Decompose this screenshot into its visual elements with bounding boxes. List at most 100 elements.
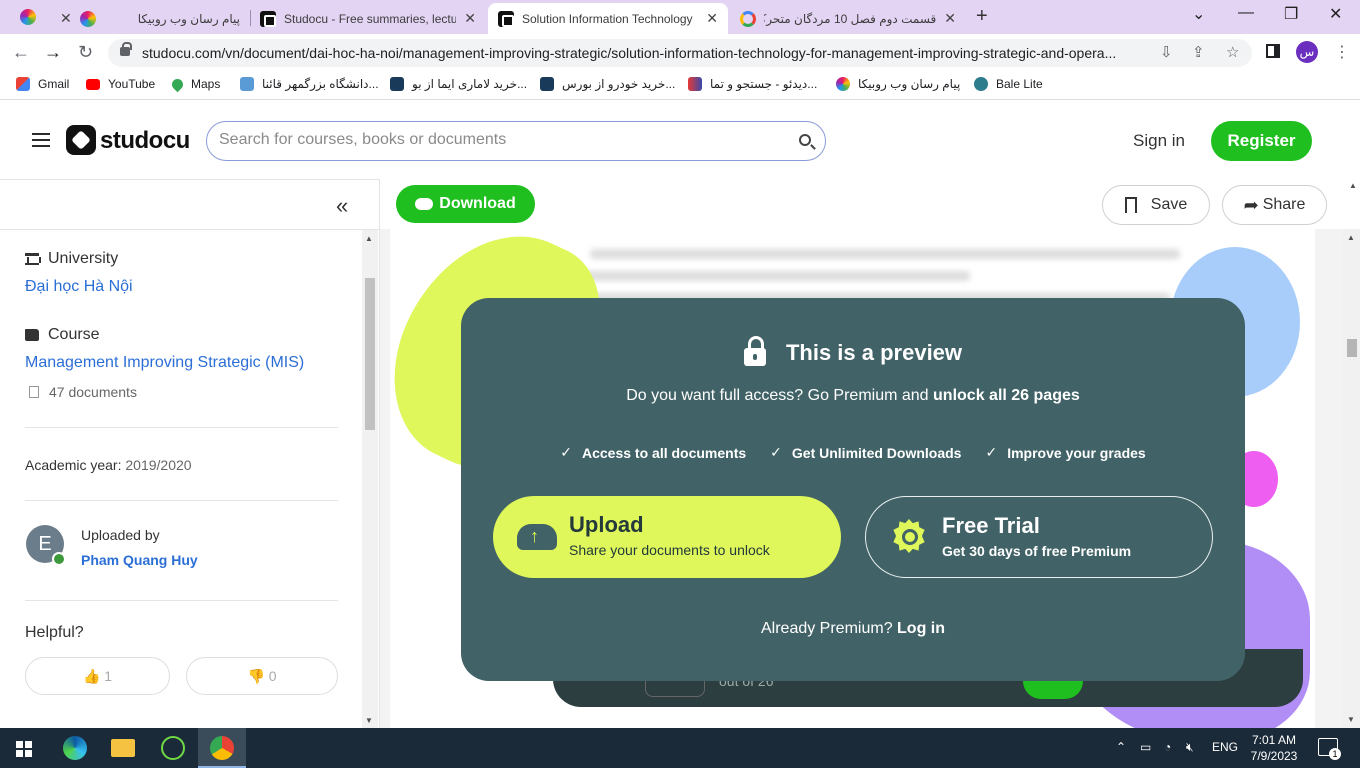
- hamburger-menu-icon[interactable]: [32, 133, 50, 147]
- document-info-sidebar: « University Đại học Hà Nội Course Manag…: [0, 179, 380, 728]
- url-omnibox[interactable]: studocu.com/vn/document/dai-hoc-ha-noi/m…: [108, 39, 1252, 67]
- document-scrollbar[interactable]: ▲ ▼: [1343, 229, 1360, 728]
- profile-avatar[interactable]: س: [1296, 41, 1318, 63]
- bookmark-lamari[interactable]: خرید لاماری ایما از بو...: [390, 77, 527, 91]
- install-app-icon[interactable]: ⇩: [1160, 43, 1173, 61]
- academic-year-label: Academic year:: [25, 457, 122, 473]
- modal-footer: Already Premium? Log in: [461, 620, 1245, 638]
- battery-icon[interactable]: ▭: [1140, 740, 1151, 754]
- bookmark-rubika[interactable]: پیام رسان وب روبیکا: [836, 77, 960, 91]
- divider: [25, 500, 338, 501]
- volume-muted-icon[interactable]: 🔇︎: [1186, 740, 1194, 755]
- studocu-logo-text[interactable]: studocu: [100, 127, 190, 155]
- upwork-icon[interactable]: [161, 736, 185, 760]
- scroll-down-arrow-icon[interactable]: ▼: [365, 716, 373, 725]
- more-menu-icon[interactable]: ⋮: [1334, 42, 1350, 62]
- car-brand-icon: [540, 77, 554, 91]
- lock-icon[interactable]: [120, 42, 132, 56]
- restore-icon[interactable]: ❐: [1284, 4, 1298, 24]
- close-tab-icon[interactable]: ✕: [944, 10, 956, 27]
- system-clock[interactable]: 7:01 AM 7/9/2023: [1244, 732, 1304, 764]
- chrome-icon[interactable]: [210, 736, 234, 760]
- bookmark-university[interactable]: دانشگاه بزرگمهر قائنا...: [240, 77, 379, 91]
- side-panel-icon[interactable]: [1266, 44, 1280, 58]
- tab-studocu-home[interactable]: Studocu - Free summaries, lectur ✕: [250, 3, 486, 34]
- browser-tab-bar: ✕ پیام رسان وب روبیکا Studocu - Free sum…: [0, 0, 1360, 34]
- close-tab-icon[interactable]: ✕: [706, 10, 718, 27]
- register-button[interactable]: Register: [1211, 121, 1312, 161]
- bookmark-maps[interactable]: Maps: [169, 76, 220, 92]
- back-arrow-icon[interactable]: ←: [12, 42, 30, 63]
- tab-search-chevron-icon[interactable]: ⌄: [1192, 4, 1205, 24]
- search-icon[interactable]: [799, 134, 811, 146]
- windows-start-icon[interactable]: [16, 741, 32, 757]
- edge-icon[interactable]: [63, 736, 87, 760]
- search-input[interactable]: [219, 131, 779, 149]
- helpful-label: Helpful?: [25, 624, 84, 641]
- thumbs-down-button[interactable]: 👎 0: [186, 657, 338, 695]
- scroll-up-arrow-icon[interactable]: ▲: [365, 234, 373, 243]
- scroll-down-arrow-icon[interactable]: ▼: [1347, 715, 1355, 724]
- wifi-icon[interactable]: ◔: [1164, 740, 1171, 754]
- bookmark-icon: [1124, 197, 1137, 213]
- reload-icon[interactable]: ↻: [78, 42, 93, 63]
- cloud-download-icon: [415, 198, 434, 210]
- bookmark-label: دانشگاه بزرگمهر قائنا...: [262, 77, 379, 91]
- tab-rubika[interactable]: ✕ پیام رسان وب روبیکا: [50, 3, 250, 34]
- bookmark-youtube[interactable]: YouTube: [86, 77, 155, 91]
- close-tab-icon[interactable]: ✕: [464, 10, 476, 27]
- log-in-link[interactable]: Log in: [897, 620, 945, 637]
- bookmark-label: خرید لاماری ایما از بو...: [412, 77, 528, 91]
- bookmark-bale[interactable]: Bale Lite: [974, 77, 1043, 91]
- thumbs-down-count: 0: [268, 668, 277, 684]
- forward-arrow-icon[interactable]: →: [44, 42, 62, 63]
- trial-title: Free Trial: [942, 513, 1040, 538]
- share-page-icon[interactable]: ⇪: [1192, 43, 1205, 61]
- course-link[interactable]: Management Improving Strategic (MIS): [25, 354, 304, 372]
- collapse-sidebar-icon[interactable]: «: [336, 193, 348, 219]
- url-text[interactable]: studocu.com/vn/document/dai-hoc-ha-noi/m…: [142, 45, 1142, 61]
- upload-button[interactable]: Upload Share your documents to unlock: [493, 496, 841, 578]
- save-button[interactable]: Save: [1102, 185, 1210, 225]
- divider: [25, 427, 338, 428]
- feature-text: Access to all documents: [582, 444, 747, 461]
- bookmark-label: YouTube: [108, 77, 156, 91]
- didoo-icon: [688, 77, 702, 91]
- scroll-up-arrow-icon[interactable]: ▲: [1347, 233, 1355, 242]
- clock-time: 7:01 AM: [1251, 733, 1297, 747]
- feature-item: ✓ Improve your grades: [985, 444, 1145, 461]
- sign-in-link[interactable]: Sign in: [1133, 131, 1185, 151]
- bookmark-car-exchange[interactable]: خرید خودرو از بورس...: [540, 77, 675, 91]
- tab-google-search[interactable]: قسمت دوم فصل 10 مردگان متحرک ✕: [730, 3, 966, 34]
- studocu-logo-icon[interactable]: [66, 125, 96, 155]
- language-indicator[interactable]: ENG: [1212, 740, 1238, 754]
- share-label: Share: [1262, 196, 1306, 213]
- university-link[interactable]: Đại học Hà Nội: [25, 278, 133, 296]
- uploader-name-link[interactable]: Pham Quang Huy: [81, 552, 198, 568]
- download-button[interactable]: Download: [396, 185, 535, 223]
- scrollbar-thumb[interactable]: [1347, 339, 1357, 357]
- cloud-upload-icon: [517, 524, 557, 550]
- page-scroll-up-icon[interactable]: ▲: [1349, 181, 1357, 190]
- close-tab-icon[interactable]: ✕: [60, 10, 72, 27]
- scrollbar-thumb[interactable]: [365, 278, 375, 430]
- sidebar-scrollbar[interactable]: ▲ ▼: [362, 230, 378, 728]
- new-tab-icon[interactable]: +: [976, 5, 988, 28]
- taskbar-chrome-active[interactable]: [198, 728, 246, 768]
- rubika-icon: [79, 10, 96, 27]
- bookmark-didoo[interactable]: دیدئو - جستجو و تما...: [688, 77, 817, 91]
- close-window-icon[interactable]: ✕: [1329, 4, 1342, 24]
- bookmark-gmail[interactable]: Gmail: [16, 77, 69, 91]
- checkmark-icon: ✓: [560, 444, 572, 460]
- tray-chevron-icon[interactable]: ⌃: [1116, 740, 1126, 754]
- file-explorer-icon[interactable]: [111, 739, 135, 757]
- tab-solution-it[interactable]: Solution Information Technology ✕: [488, 3, 728, 34]
- youtube-icon: [86, 78, 100, 90]
- thumbs-up-button[interactable]: 👍 1: [25, 657, 170, 695]
- free-trial-button[interactable]: Free Trial Get 30 days of free Premium: [865, 496, 1213, 578]
- search-box[interactable]: [206, 121, 826, 161]
- minimize-icon[interactable]: —: [1238, 4, 1254, 22]
- bookmark-star-icon[interactable]: ☆: [1226, 43, 1239, 61]
- share-button[interactable]: ➦ Share: [1222, 185, 1327, 225]
- chrome-logo-icon[interactable]: [20, 9, 36, 25]
